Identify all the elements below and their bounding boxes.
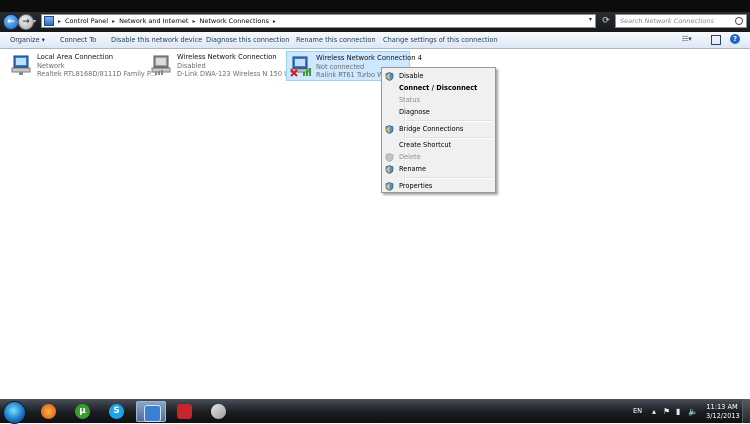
disable-device-button[interactable]: Disable this network device bbox=[111, 36, 202, 44]
breadcrumb-network-internet[interactable]: Network and Internet bbox=[119, 17, 188, 25]
taskbar-app-network-connections[interactable] bbox=[136, 401, 166, 422]
help-button[interactable]: ? bbox=[730, 34, 740, 44]
taskbar-app-toolbox[interactable] bbox=[170, 401, 200, 422]
refresh-icon[interactable]: ⟳ bbox=[600, 15, 612, 27]
toolbox-icon bbox=[177, 404, 192, 419]
menu-item-delete: Delete bbox=[399, 153, 421, 161]
menu-item-disable[interactable]: Disable bbox=[399, 72, 423, 80]
start-button[interactable] bbox=[3, 401, 26, 424]
back-button[interactable]: ← bbox=[3, 14, 19, 30]
uac-shield-icon bbox=[385, 182, 394, 191]
wireless-not-connected-icon bbox=[290, 56, 311, 77]
taskbar-app-firefox[interactable] bbox=[34, 401, 64, 422]
preview-pane-icon[interactable] bbox=[711, 35, 721, 45]
recent-pages-dropdown-icon[interactable]: ▾ bbox=[33, 18, 36, 25]
menu-separator bbox=[406, 177, 493, 179]
volume-icon[interactable]: 🔈 bbox=[688, 407, 698, 416]
change-view-icon[interactable]: ☷▾ bbox=[682, 35, 698, 45]
connection-name: Wireless Network Connection 4 bbox=[316, 54, 423, 62]
system-clock[interactable]: 11:13 AM 3/12/2013 bbox=[706, 403, 740, 421]
connection-status: Not connected bbox=[316, 63, 365, 71]
search-icon[interactable] bbox=[735, 17, 743, 25]
connection-item-wireless[interactable]: Wireless Network Connection Disabled D-L… bbox=[148, 51, 295, 81]
taskbar-app-skype[interactable]: S bbox=[102, 401, 132, 422]
firefox-icon bbox=[41, 404, 56, 419]
chevron-right-icon[interactable]: ▸ bbox=[273, 18, 276, 25]
menu-item-rename[interactable]: Rename bbox=[399, 165, 426, 173]
paint-icon bbox=[211, 404, 226, 419]
connection-adapter: Realtek RTL8168D/8111D Family P... bbox=[37, 70, 157, 78]
search-input[interactable]: Search Network Connections bbox=[615, 14, 747, 28]
chevron-right-icon[interactable]: ▸ bbox=[192, 18, 195, 25]
uac-shield-disabled-icon bbox=[385, 153, 394, 162]
breadcrumb-control-panel[interactable]: Control Panel bbox=[65, 17, 108, 25]
network-adapter-icon bbox=[11, 55, 31, 75]
action-center-flag-icon[interactable]: ⚑ bbox=[663, 407, 670, 416]
menu-item-diagnose[interactable]: Diagnose bbox=[399, 108, 430, 116]
menu-item-status: Status bbox=[399, 96, 421, 104]
network-tray-icon[interactable]: ▮ bbox=[676, 407, 680, 416]
network-adapter-disabled-icon bbox=[151, 55, 171, 75]
connection-status: Disabled bbox=[177, 62, 206, 70]
forward-button[interactable]: → bbox=[18, 14, 34, 30]
search-placeholder: Search Network Connections bbox=[620, 17, 714, 25]
show-hidden-icons-icon[interactable]: ▴ bbox=[652, 407, 656, 416]
rename-button[interactable]: Rename this connection bbox=[296, 36, 376, 44]
connection-name: Wireless Network Connection bbox=[177, 53, 277, 61]
diagnose-button[interactable]: Diagnose this connection bbox=[206, 36, 289, 44]
show-desktop-button[interactable] bbox=[742, 399, 750, 423]
clock-date: 3/12/2013 bbox=[706, 412, 740, 420]
command-bar: Organize ▾ Connect To Disable this netwo… bbox=[0, 32, 750, 49]
breadcrumb-network-connections[interactable]: Network Connections bbox=[199, 17, 268, 25]
menu-separator bbox=[406, 137, 493, 139]
menu-item-create-shortcut[interactable]: Create Shortcut bbox=[399, 141, 451, 149]
change-settings-button[interactable]: Change settings of this connection bbox=[383, 36, 498, 44]
chevron-right-icon[interactable]: ▸ bbox=[112, 18, 115, 25]
clock-time: 11:13 AM bbox=[706, 403, 738, 411]
control-panel-icon bbox=[44, 16, 54, 26]
uac-shield-icon bbox=[385, 125, 394, 134]
taskbar-app-paint[interactable] bbox=[204, 401, 234, 422]
menu-item-bridge[interactable]: Bridge Connections bbox=[399, 125, 463, 133]
taskbar-app-utorrent[interactable]: µ bbox=[68, 401, 98, 422]
connection-adapter: D-Link DWA-123 Wireless N 150 U... bbox=[177, 70, 296, 78]
utorrent-icon: µ bbox=[75, 404, 90, 419]
language-indicator[interactable]: EN bbox=[633, 407, 642, 415]
title-bar bbox=[0, 0, 750, 12]
organize-button[interactable]: Organize ▾ bbox=[10, 36, 45, 44]
address-dropdown-icon[interactable]: ▾ bbox=[589, 16, 592, 23]
connect-to-button[interactable]: Connect To bbox=[60, 36, 96, 44]
connection-adapter: Ralink RT61 Turbo W... bbox=[316, 71, 390, 79]
uac-shield-icon bbox=[385, 72, 394, 81]
address-bar[interactable]: ▸ Control Panel ▸ Network and Internet ▸… bbox=[41, 14, 596, 28]
connection-name: Local Area Connection bbox=[37, 53, 114, 61]
connection-item-local-area[interactable]: Local Area Connection Network Realtek RT… bbox=[8, 51, 156, 81]
chevron-right-icon[interactable]: ▸ bbox=[58, 18, 61, 25]
uac-shield-icon bbox=[385, 165, 394, 174]
connection-status: Network bbox=[37, 62, 65, 70]
menu-item-connect-disconnect[interactable]: Connect / Disconnect bbox=[399, 84, 477, 92]
network-connections-icon bbox=[144, 405, 161, 422]
menu-separator bbox=[406, 120, 493, 122]
skype-icon: S bbox=[109, 404, 124, 419]
menu-item-properties[interactable]: Properties bbox=[399, 182, 432, 190]
context-menu: Disable Connect / Disconnect Status Diag… bbox=[381, 67, 496, 193]
